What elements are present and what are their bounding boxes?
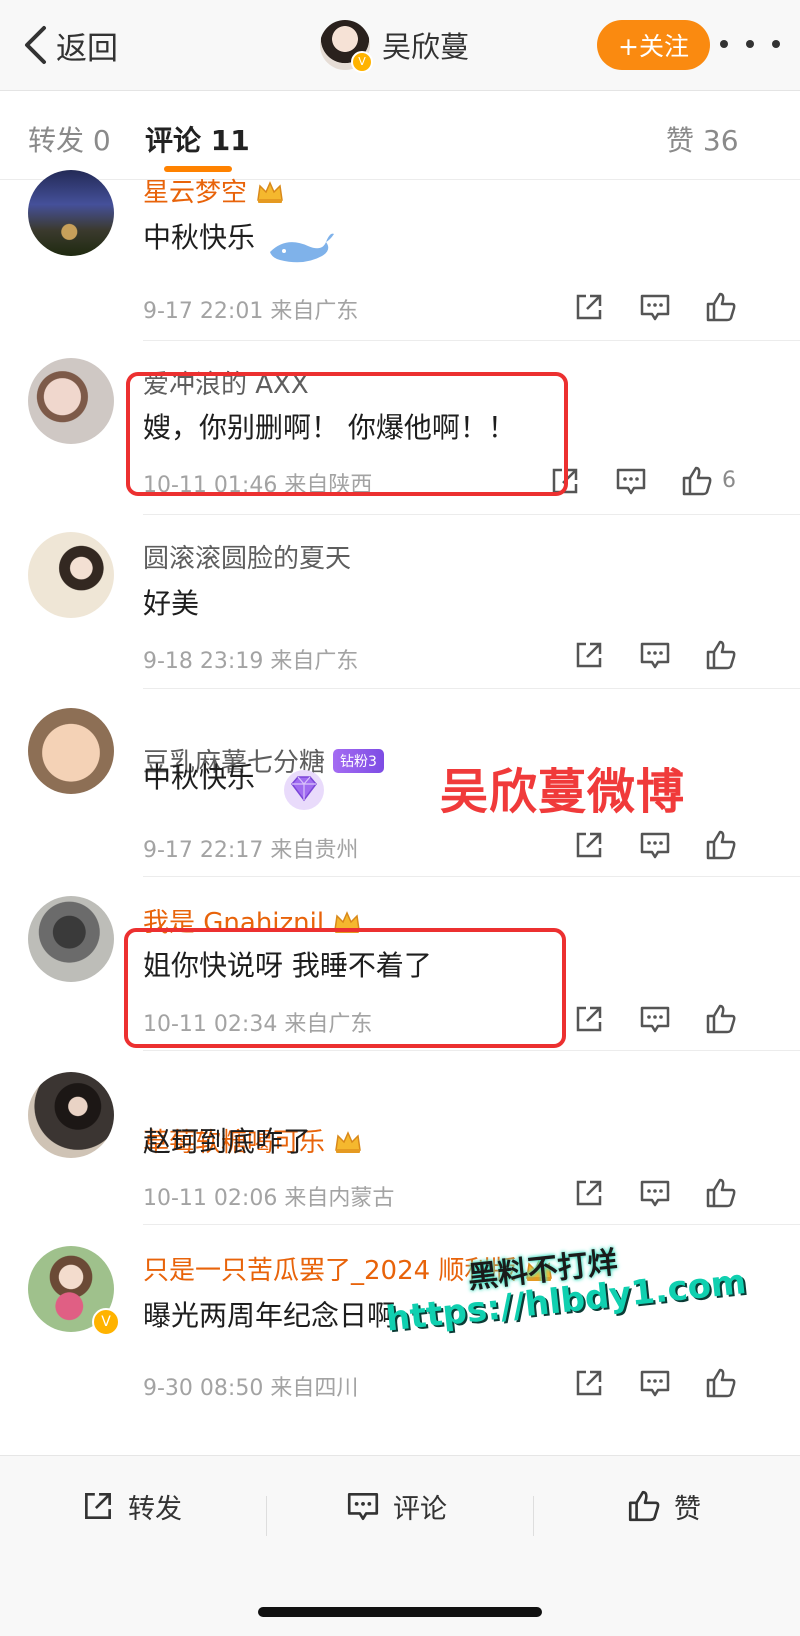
share-icon[interactable] — [572, 1366, 606, 1400]
back-label: 返回 — [56, 30, 118, 67]
share-icon[interactable] — [572, 1002, 606, 1036]
comment-text: 曝光两周年纪念日啊 — [143, 1299, 396, 1332]
diamond-icon — [284, 770, 324, 810]
like-icon[interactable] — [704, 1176, 738, 1210]
watermark: 黑料不打烊 https://hlbdy1.com — [380, 1225, 748, 1361]
repost-label: 转发 — [128, 1493, 182, 1525]
highlight-box — [124, 928, 566, 1048]
back-button[interactable]: 返回 — [22, 18, 118, 72]
comment-icon[interactable] — [638, 1366, 672, 1400]
highlight-box — [126, 372, 568, 496]
avatar[interactable]: V — [320, 20, 373, 73]
divider — [143, 688, 800, 689]
tab-comments[interactable]: 评论 11 — [145, 119, 250, 159]
like-button[interactable]: 赞 — [626, 1476, 701, 1536]
fan-badge: 钻粉3 — [333, 748, 384, 773]
like-count: 6 — [722, 468, 736, 493]
avatar[interactable] — [28, 1072, 114, 1158]
like-icon[interactable] — [704, 1002, 738, 1036]
comment-icon — [347, 1493, 379, 1521]
comment-author-name[interactable]: 星云梦空 — [143, 172, 247, 209]
comment-text: 赵珂到底咋了 — [143, 1125, 312, 1158]
divider — [143, 340, 800, 341]
comment-author[interactable]: 星云梦空 — [143, 172, 285, 209]
like-icon[interactable] — [704, 290, 738, 324]
comment-icon[interactable] — [638, 1002, 672, 1036]
whale-icon — [270, 233, 334, 263]
share-icon — [85, 1493, 111, 1519]
crown-icon — [526, 1258, 553, 1281]
avatar[interactable] — [28, 896, 114, 982]
verified-icon: V — [92, 1308, 120, 1336]
author-name[interactable]: 吴欣蔓 — [382, 24, 469, 66]
comment-text: 好美 — [143, 587, 200, 620]
comment-meta: 10-11 02:06 来自内蒙古 — [143, 1186, 395, 1211]
more-icon[interactable] — [720, 24, 780, 64]
avatar[interactable] — [28, 532, 114, 618]
share-icon[interactable] — [572, 828, 606, 862]
divider — [266, 1496, 267, 1536]
like-icon[interactable] — [704, 828, 738, 862]
verified-icon: V — [351, 51, 373, 73]
like-icon — [628, 1490, 660, 1522]
comment-author-name[interactable]: 只是一只苦瓜罢了_2024 顺利版 — [143, 1250, 516, 1287]
like-icon[interactable] — [704, 638, 738, 672]
comment-icon[interactable] — [614, 464, 648, 498]
avatar[interactable] — [28, 170, 114, 256]
overlay-title: 吴欣蔓微博 — [440, 764, 686, 820]
comment-text: 中秋快乐 — [143, 221, 256, 254]
post-author[interactable]: V 吴欣蔓 — [320, 18, 469, 73]
comment-author-name[interactable]: 圆滚滚圆脸的夏天 — [143, 538, 351, 575]
repost-button[interactable]: 转发 — [80, 1476, 182, 1536]
comment-icon[interactable] — [638, 828, 672, 862]
comment-icon[interactable] — [638, 290, 672, 324]
home-indicator[interactable] — [258, 1607, 542, 1617]
divider — [143, 1224, 800, 1225]
comment-meta: 9-18 23:19 来自广东 — [143, 649, 359, 674]
top-bar: 返回 V 吴欣蔓 +关注 — [0, 0, 800, 91]
share-icon[interactable] — [572, 290, 606, 324]
comment-text: 中秋快乐 — [143, 761, 256, 794]
avatar[interactable] — [28, 708, 114, 794]
comment-meta: 9-17 22:17 来自贵州 — [143, 838, 359, 863]
share-icon[interactable] — [572, 638, 606, 672]
tab-bar: 转发 0 评论 11 赞 36 — [0, 91, 800, 180]
crown-icon — [335, 1130, 361, 1153]
bottom-action-bar: 转发 评论 赞 — [0, 1455, 800, 1636]
divider — [143, 514, 800, 515]
comment-icon[interactable] — [638, 638, 672, 672]
like-icon[interactable] — [680, 464, 714, 498]
comment-meta: 9-30 08:50 来自四川 — [143, 1376, 359, 1401]
like-label: 赞 — [674, 1493, 701, 1525]
avatar[interactable] — [28, 358, 114, 444]
divider — [533, 1496, 534, 1536]
divider — [143, 1050, 800, 1051]
comment-button[interactable]: 评论 — [345, 1476, 447, 1536]
comment-author[interactable]: 只是一只苦瓜罢了_2024 顺利版 — [143, 1250, 554, 1287]
follow-button[interactable]: +关注 — [597, 20, 710, 70]
comment-icon[interactable] — [638, 1176, 672, 1210]
tab-reposts[interactable]: 转发 0 — [28, 119, 111, 159]
share-icon[interactable] — [572, 1176, 606, 1210]
like-icon[interactable] — [704, 1366, 738, 1400]
tab-likes[interactable]: 赞 36 — [666, 119, 739, 159]
comment-label: 评论 — [393, 1493, 447, 1525]
divider — [143, 876, 800, 877]
comment-author[interactable]: 圆滚滚圆脸的夏天 — [143, 538, 351, 575]
comment-meta: 9-17 22:01 来自广东 — [143, 299, 359, 324]
chevron-left-icon — [25, 26, 46, 64]
crown-icon — [257, 180, 283, 203]
